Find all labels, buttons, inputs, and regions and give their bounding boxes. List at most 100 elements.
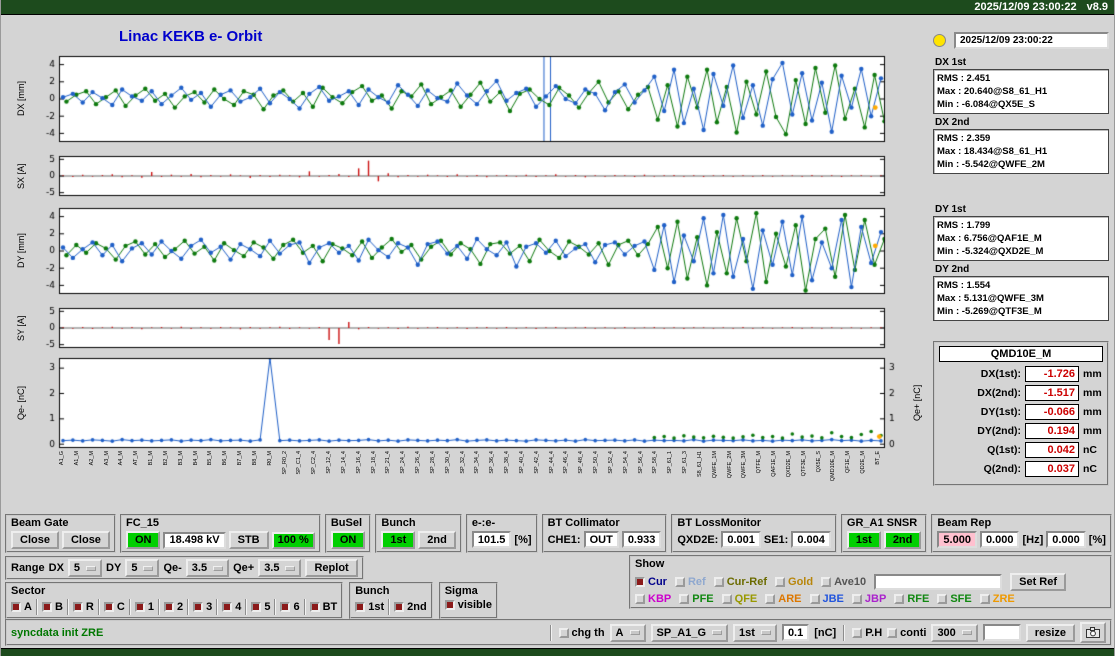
checkbox-1[interactable]: 1 xyxy=(134,601,154,613)
checkbox-box[interactable] xyxy=(809,594,820,604)
checkbox-box[interactable] xyxy=(674,577,685,587)
station-label-b6-m: B6_M xyxy=(222,451,229,466)
set-ref-button[interactable]: Set Ref xyxy=(1010,573,1067,591)
checkbox-sfe[interactable]: SFE xyxy=(937,593,972,605)
range-dy-select[interactable]: 5 xyxy=(125,559,160,577)
checkbox-box[interactable] xyxy=(163,602,174,612)
checkbox-b[interactable]: B xyxy=(41,601,63,613)
checkbox-jbe[interactable]: JBE xyxy=(809,593,844,605)
bunch-2nd-button[interactable]: 2nd xyxy=(418,531,456,549)
device-value: SP_A1_G xyxy=(656,626,707,639)
beam-gate-group: Beam Gate Close Close xyxy=(5,514,116,553)
checkbox-box[interactable] xyxy=(222,602,233,612)
checkbox-box[interactable] xyxy=(394,602,405,612)
device-select[interactable]: SP_A1_G xyxy=(650,623,729,642)
checkbox-box[interactable] xyxy=(713,577,724,587)
checkbox-bt[interactable]: BT xyxy=(309,601,337,613)
checkbox-box[interactable] xyxy=(309,602,320,612)
resize-button[interactable]: resize xyxy=(1025,623,1075,642)
checkbox-box[interactable] xyxy=(355,602,366,612)
checkbox-box[interactable] xyxy=(765,594,776,604)
gr-a1-2nd-button[interactable]: 2nd xyxy=(883,531,922,549)
gr-a1-1st-button[interactable]: 1st xyxy=(846,531,881,549)
checkbox-are[interactable]: ARE xyxy=(765,593,802,605)
checkbox-box[interactable] xyxy=(635,577,645,587)
checkbox-box[interactable] xyxy=(193,602,204,612)
checkbox-1st[interactable]: 1st xyxy=(355,601,384,613)
fc15-stb-button[interactable]: STB xyxy=(228,531,269,549)
checkbox-box[interactable] xyxy=(894,594,905,604)
range-qep-select[interactable]: 3.5 xyxy=(258,559,302,577)
checkbox-6[interactable]: 6 xyxy=(280,601,300,613)
bunch-1st-button[interactable]: 1st xyxy=(381,531,416,549)
checkbox-box[interactable] xyxy=(444,600,455,610)
checkbox-box[interactable] xyxy=(635,594,645,604)
fc15-on-button[interactable]: ON xyxy=(125,531,161,549)
range-dy-label: DY xyxy=(106,562,122,574)
conti-checkbox-item[interactable]: conti xyxy=(887,627,926,639)
checkbox-box[interactable] xyxy=(280,602,291,612)
checkbox-box[interactable] xyxy=(11,602,21,612)
checkbox-gold[interactable]: Gold xyxy=(775,576,813,588)
separator xyxy=(843,624,846,641)
checkbox-qfe[interactable]: QFE xyxy=(721,593,757,605)
checkbox-4[interactable]: 4 xyxy=(222,601,241,613)
checkbox-box[interactable] xyxy=(103,602,114,612)
checkbox-kbp[interactable]: KBP xyxy=(635,593,671,605)
checkbox-box[interactable] xyxy=(679,594,690,604)
checkbox-box[interactable] xyxy=(979,594,990,604)
stat-group-label: DY 1st xyxy=(935,204,966,215)
checkbox-cur[interactable]: Cur xyxy=(635,576,667,588)
mode-select[interactable]: A xyxy=(609,623,646,642)
checkbox-box[interactable] xyxy=(41,602,52,612)
checkbox-a[interactable]: A xyxy=(11,601,32,613)
screenshot-button[interactable] xyxy=(1080,622,1106,643)
fc15-title: FC_15 xyxy=(125,517,159,529)
checkbox-ref[interactable]: Ref xyxy=(674,576,706,588)
checkbox-box[interactable] xyxy=(134,602,145,612)
checkbox-cur-ref[interactable]: Cur-Ref xyxy=(713,576,767,588)
checkbox-box[interactable] xyxy=(851,594,862,604)
checkbox-box[interactable] xyxy=(821,577,832,587)
ref-input[interactable] xyxy=(874,574,1003,590)
monitor-row-label: DY(1st): xyxy=(980,406,1021,418)
aux-input-box[interactable] xyxy=(982,624,1021,641)
checkbox-box[interactable] xyxy=(72,602,83,612)
checkbox-box[interactable] xyxy=(887,627,898,638)
checkbox-c[interactable]: C xyxy=(103,601,125,613)
points-select[interactable]: 300 xyxy=(931,623,978,642)
busel-on-button[interactable]: ON xyxy=(330,531,366,549)
dx-right-spacer xyxy=(909,54,925,144)
checkbox-box[interactable] xyxy=(852,627,863,638)
checkbox-3[interactable]: 3 xyxy=(193,601,212,613)
range-dx-select[interactable]: 5 xyxy=(67,559,103,577)
checkbox-ave10[interactable]: Ave10 xyxy=(821,576,866,588)
checkbox-visible[interactable]: visible xyxy=(444,599,492,611)
range-qem-select[interactable]: 3.5 xyxy=(185,559,230,577)
ph-checkbox-item[interactable]: P.H xyxy=(852,627,882,639)
checkbox-jbp[interactable]: JBP xyxy=(851,593,886,605)
chg-th-checkbox-item[interactable]: chg th xyxy=(558,627,605,639)
checkbox-box[interactable] xyxy=(558,627,569,638)
checkbox-box[interactable] xyxy=(251,602,262,612)
monitor-row-dx-2nd-: DX(2nd): -1.517 mm xyxy=(939,385,1103,401)
monitor-row-unit: mm xyxy=(1083,425,1102,437)
checkbox-zre[interactable]: ZRE xyxy=(979,593,1015,605)
bunch-mode-select[interactable]: 1st xyxy=(733,623,777,642)
dropdown-tab-icon xyxy=(86,565,97,571)
checkbox-r[interactable]: R xyxy=(72,601,94,613)
checkbox-5[interactable]: 5 xyxy=(251,601,270,613)
checkbox-box[interactable] xyxy=(937,594,948,604)
checkbox-pfe[interactable]: PFE xyxy=(679,593,714,605)
checkbox-box[interactable] xyxy=(775,577,786,587)
checkbox-2nd[interactable]: 2nd xyxy=(394,601,427,613)
show-title: Show xyxy=(635,558,665,570)
beam-gate-close-button-2[interactable]: Close xyxy=(61,531,110,549)
range-dy-value: 5 xyxy=(131,562,138,574)
replot-button[interactable]: Replot xyxy=(305,559,358,577)
checkbox-box[interactable] xyxy=(721,594,732,604)
checkbox-rfe[interactable]: RFE xyxy=(894,593,929,605)
beam-gate-close-button-1[interactable]: Close xyxy=(11,531,59,549)
checkbox-2[interactable]: 2 xyxy=(163,601,183,613)
orbit-application-window: 2025/12/09 23:00:22 v8.9 Linac KEKB e- O… xyxy=(0,0,1115,656)
